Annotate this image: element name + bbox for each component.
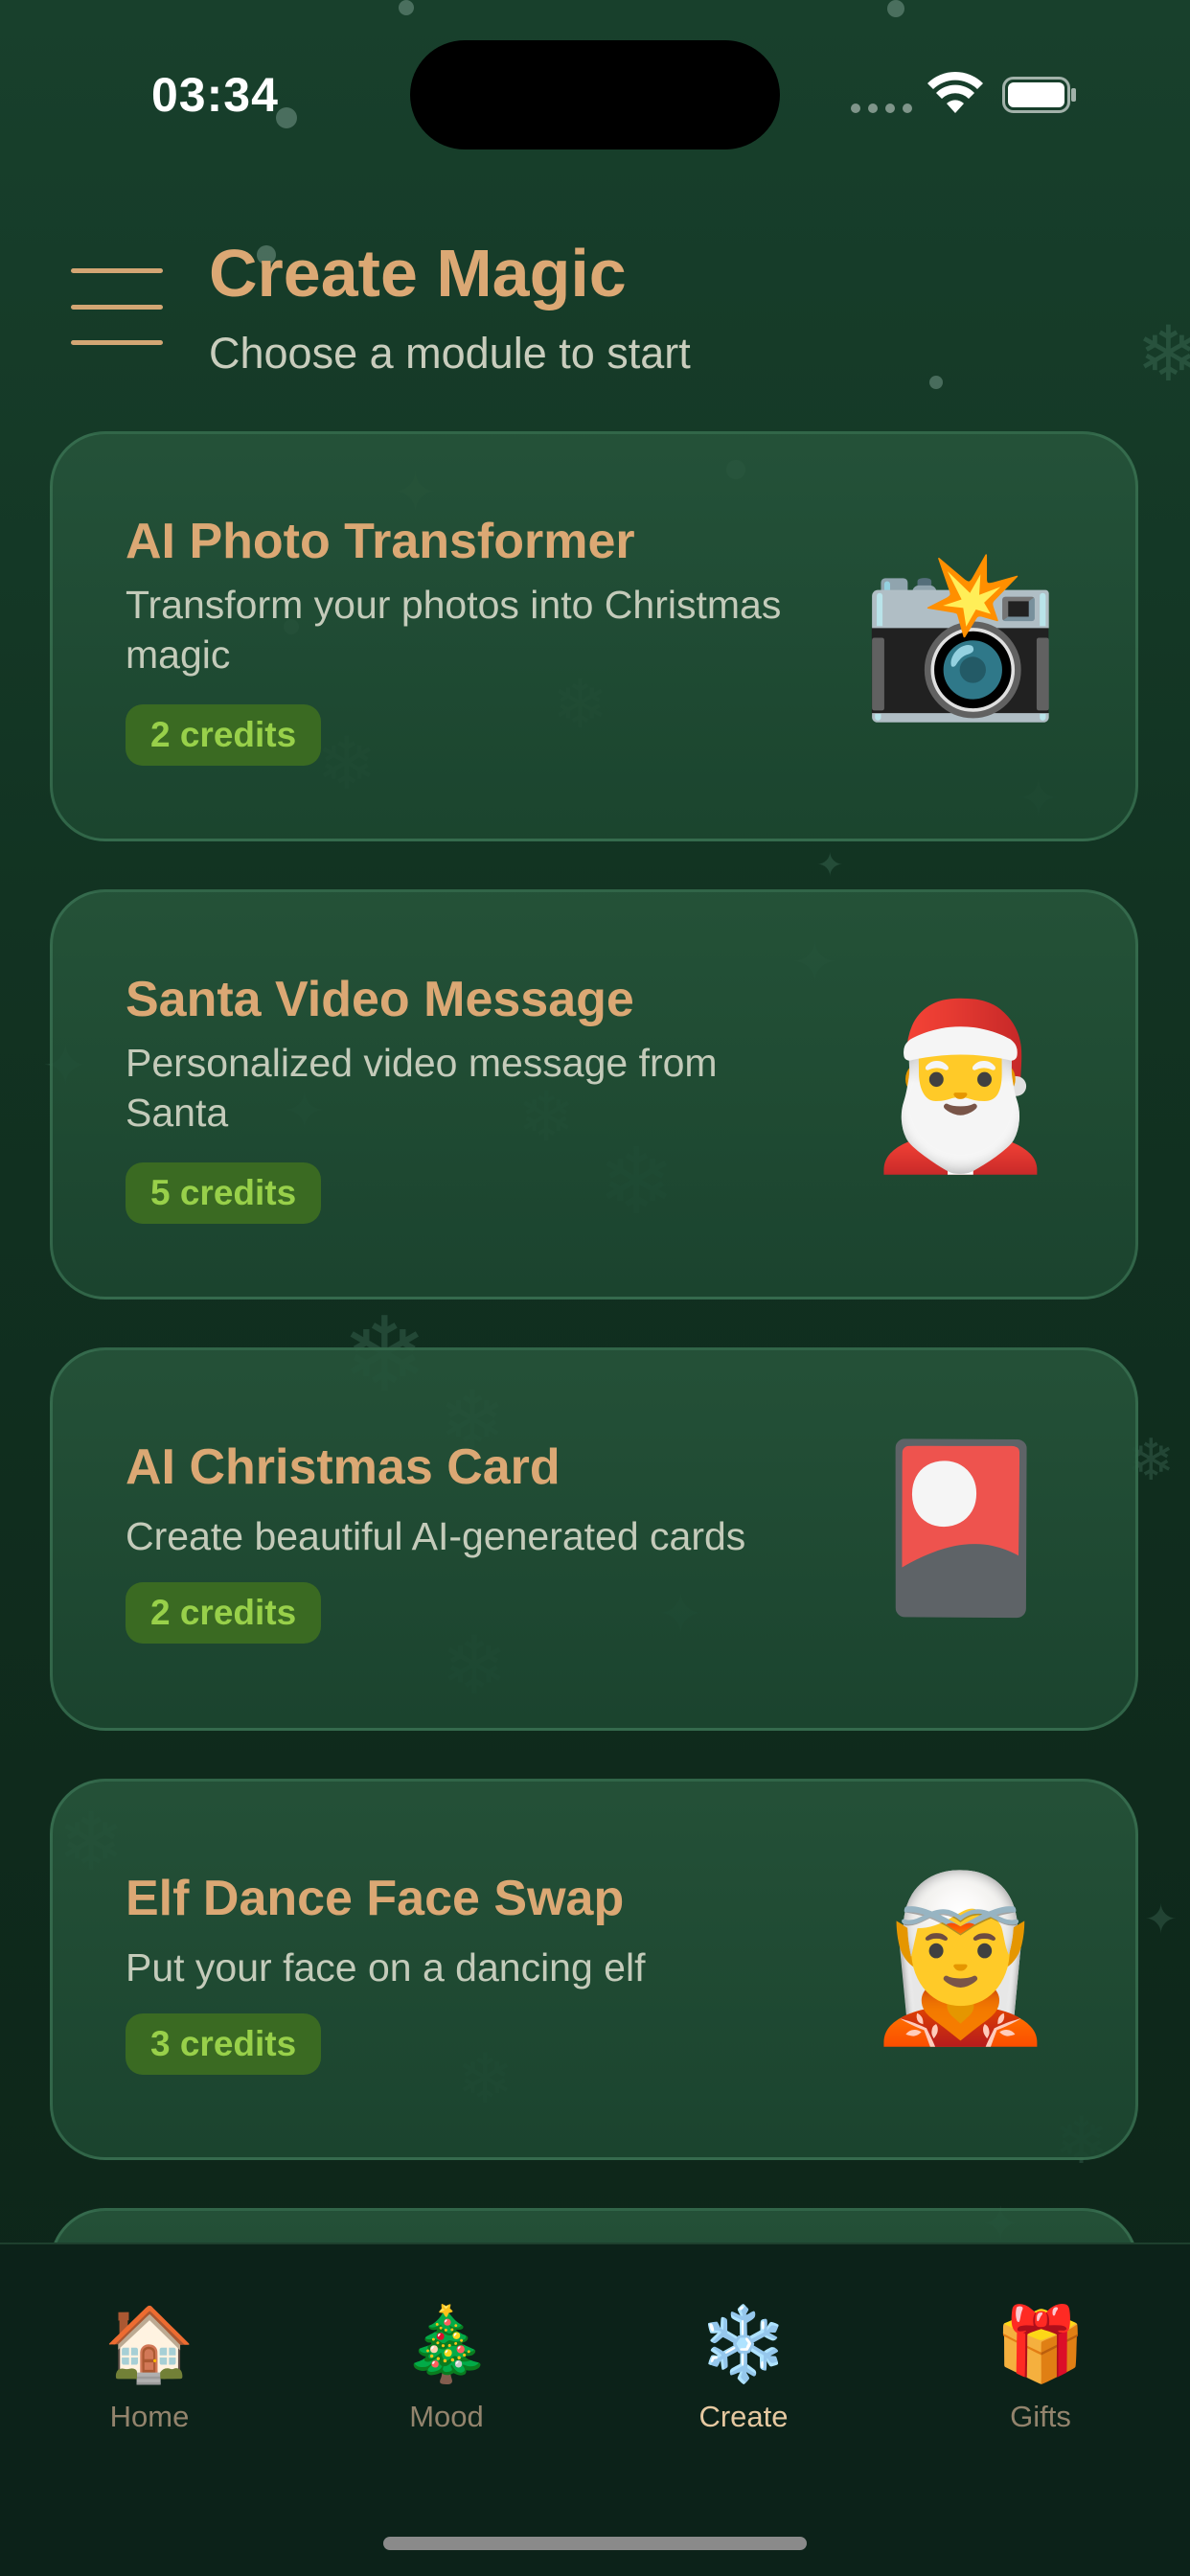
status-time: 03:34 — [151, 68, 279, 122]
credits-badge: 2 credits — [126, 704, 322, 766]
sparkle-decoration-icon: ✦ — [1144, 1897, 1179, 1942]
menu-button[interactable] — [71, 268, 163, 345]
module-card-ai-photo-transformer[interactable]: AI Photo Transformer Transform your phot… — [50, 431, 1138, 841]
snow-dot — [399, 0, 414, 15]
house-icon: 🏠 — [103, 2304, 195, 2385]
module-title: Elf Dance Face Swap — [126, 1871, 625, 1926]
module-description: Put your face on a dancing elf — [126, 1945, 646, 1990]
module-card-santa-video-message[interactable]: Santa Video Message Personalized video m… — [50, 889, 1138, 1300]
tab-label: Mood — [409, 2400, 484, 2433]
module-card-elf-dance-face-swap[interactable]: Elf Dance Face Swap Put your face on a d… — [50, 1779, 1138, 2160]
dynamic-island — [410, 40, 780, 150]
home-indicator[interactable] — [383, 2537, 807, 2550]
elf-icon: 🧝 — [859, 1864, 1061, 2052]
module-description: Create beautiful AI-generated cards — [126, 1514, 746, 1558]
gift-icon: 🎁 — [995, 2304, 1087, 2385]
tab-label: Home — [109, 2400, 190, 2433]
wifi-icon — [927, 71, 983, 113]
tab-create[interactable]: ❄️ Create — [648, 2302, 839, 2434]
battery-icon — [1002, 77, 1076, 113]
tab-label: Create — [698, 2400, 789, 2433]
snow-dot — [929, 376, 943, 389]
snowflake-icon: ❄️ — [698, 2304, 790, 2385]
module-description: Personalized video message from Santa — [126, 1041, 718, 1135]
credits-badge: 5 credits — [126, 1162, 322, 1224]
tab-gifts[interactable]: 🎁 Gifts — [945, 2302, 1136, 2434]
module-title: AI Christmas Card — [126, 1439, 561, 1495]
create-screen: ❄ ❄ ❄ ❄ ❄ ❄ ❄ ❄ ❄ ❄ ❄ ❄ ✦ ✦ ✦ ✦ ✦ ✦ ✦ ✦ … — [0, 0, 1190, 2576]
menu-line — [71, 268, 163, 273]
snow-dot — [887, 0, 904, 17]
sparkle-decoration-icon: ✦ — [816, 847, 844, 884]
module-card-ai-christmas-card[interactable]: AI Christmas Card Create beautiful AI-ge… — [50, 1347, 1138, 1731]
credits-badge: 3 credits — [126, 2013, 322, 2075]
snowflake-decoration-icon: ❄ — [1136, 311, 1190, 397]
card-icon: 🎴 — [859, 1433, 1061, 1621]
page-subtitle: Choose a module to start — [209, 329, 691, 378]
cellular-signal-icon — [851, 104, 912, 113]
credits-badge: 2 credits — [126, 1582, 322, 1644]
menu-line — [71, 340, 163, 345]
snow-dot — [276, 107, 297, 128]
tab-home[interactable]: 🏠 Home — [54, 2302, 245, 2434]
page-title: Create Magic — [209, 236, 627, 310]
tab-bar: 🏠 Home 🎄 Mood ❄️ Create 🎁 Gifts — [0, 2242, 1190, 2576]
module-title: AI Photo Transformer — [126, 514, 635, 569]
menu-line — [71, 304, 163, 310]
tab-label: Gifts — [1010, 2400, 1071, 2433]
module-description: Transform your photos into Christmas mag… — [126, 583, 782, 677]
santa-icon: 🎅 — [859, 992, 1061, 1180]
tab-mood[interactable]: 🎄 Mood — [351, 2302, 542, 2434]
module-title: Santa Video Message — [126, 972, 634, 1027]
camera-with-flash-icon: 📸 — [859, 540, 1061, 727]
christmas-tree-icon: 🎄 — [400, 2304, 492, 2385]
